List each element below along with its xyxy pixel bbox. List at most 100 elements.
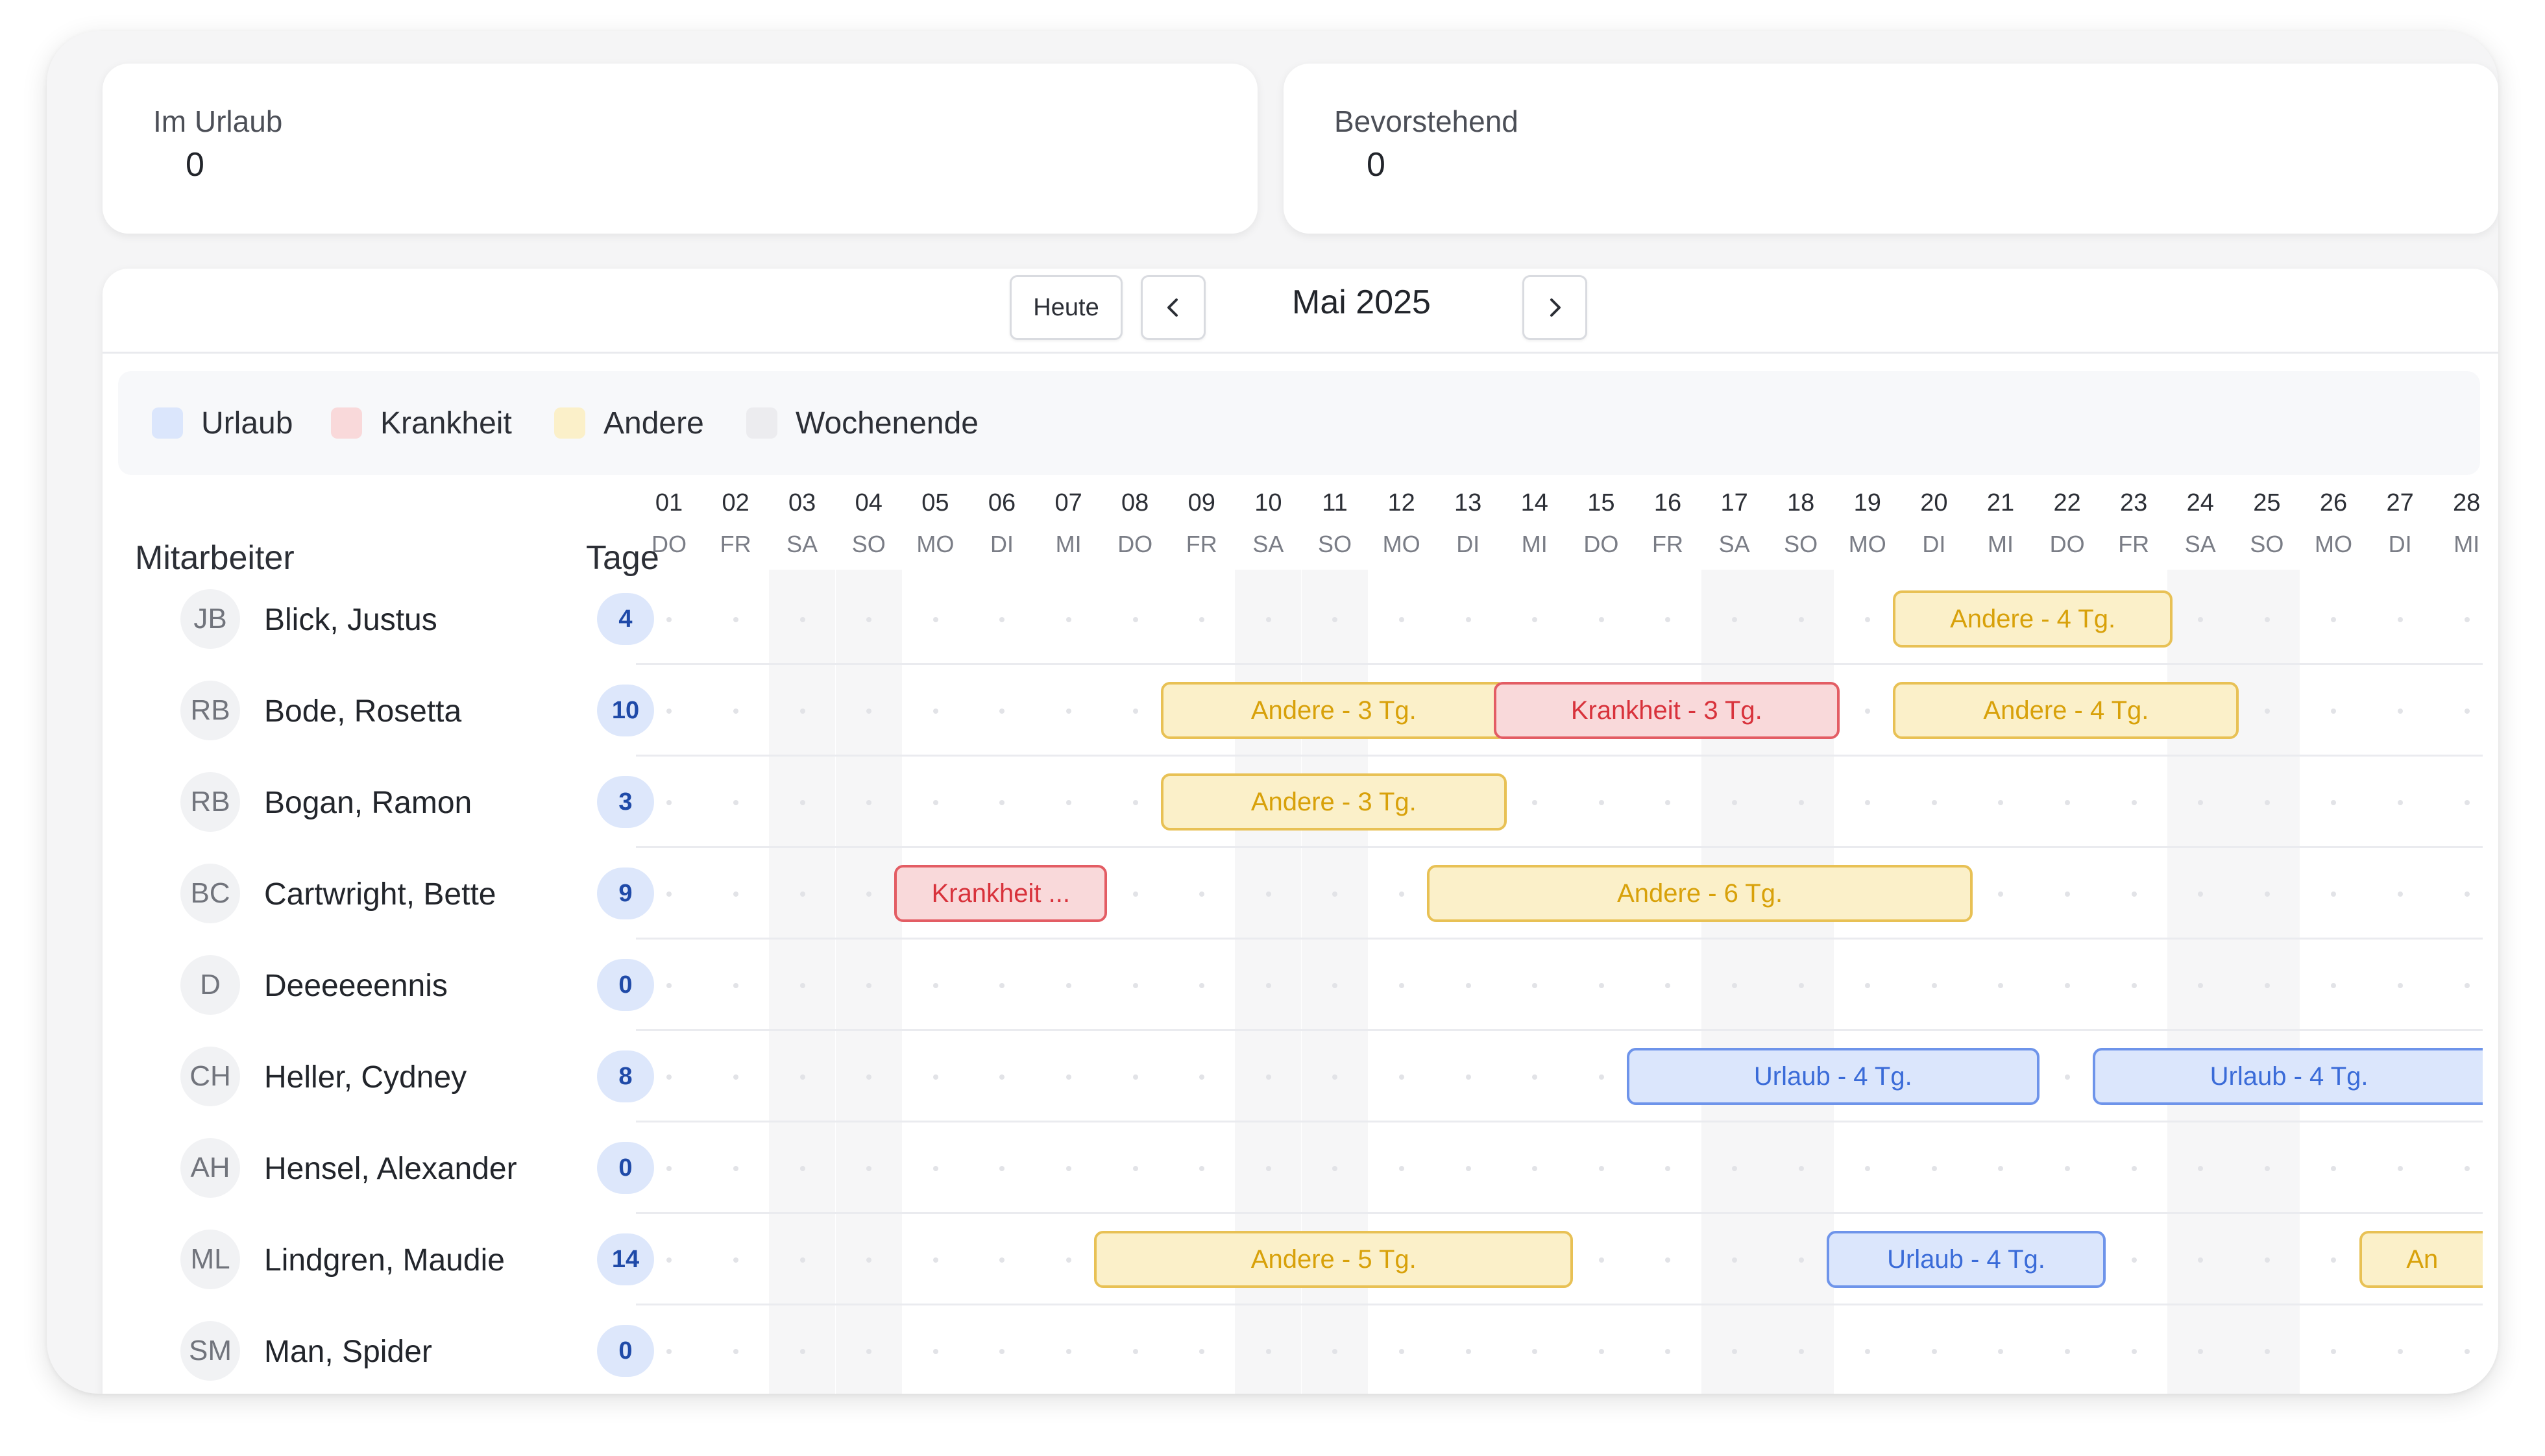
- day-cell-dot: [2131, 983, 2137, 988]
- legend-label: Krankheit: [380, 406, 512, 441]
- day-cell-dot: [1598, 983, 1604, 988]
- day-cell-dot: [2464, 800, 2470, 805]
- avatar: RB: [180, 772, 240, 832]
- today-button[interactable]: Heute: [1010, 275, 1123, 340]
- day-cell-dot: [733, 983, 738, 988]
- avatar: JB: [180, 589, 240, 649]
- day-cell-dot: [1132, 1166, 1138, 1171]
- day-cell-dot: [1998, 800, 2004, 805]
- day-cell-dot: [866, 1074, 872, 1080]
- day-cell-dot: [666, 1257, 672, 1263]
- employee-name[interactable]: Deeeeeennis: [264, 968, 448, 1004]
- day-cell-dot: [1465, 1349, 1471, 1354]
- day-cell-dot: [1398, 892, 1404, 897]
- employee-name[interactable]: Heller, Cydney: [264, 1060, 467, 1095]
- day-cell-dot: [2331, 709, 2337, 714]
- day-cell-dot: [1199, 892, 1205, 897]
- day-cell-dot: [1998, 1166, 2004, 1171]
- day-cell-dot: [799, 709, 805, 714]
- employee-name[interactable]: Bode, Rosetta: [264, 694, 461, 729]
- day-cell-dot: [1132, 892, 1138, 897]
- employee-name[interactable]: Man, Spider: [264, 1334, 432, 1370]
- day-cell-dot: [2397, 800, 2403, 805]
- employee-name[interactable]: Bogan, Ramon: [264, 785, 472, 821]
- day-cell-dot: [866, 1349, 872, 1354]
- next-month-button[interactable]: [1522, 275, 1587, 340]
- day-cell-dot: [932, 983, 938, 988]
- day-cell-dot: [999, 617, 1005, 622]
- legend-label: Urlaub: [201, 406, 293, 441]
- day-number: 15: [1587, 489, 1615, 516]
- employee-name[interactable]: Hensel, Alexander: [264, 1151, 517, 1187]
- day-cell-dot: [1931, 1349, 1937, 1354]
- day-cell-dot: [1598, 1166, 1604, 1171]
- employee-row: D Deeeeeennis 0: [103, 940, 2498, 1031]
- absence-bar-urlaub[interactable]: Urlaub - 4 Tg.: [1627, 1048, 2040, 1105]
- day-cell-dot: [666, 983, 672, 988]
- day-cell-dot: [932, 800, 938, 805]
- day-cell-dot: [1199, 1074, 1205, 1080]
- day-cell-dot: [1065, 1257, 1071, 1263]
- day-weekday: FR: [2118, 531, 2150, 557]
- day-number: 04: [855, 489, 883, 516]
- day-cell-dot: [1065, 617, 1071, 622]
- employee-name[interactable]: Cartwright, Bette: [264, 877, 496, 912]
- day-cell-dot: [1465, 1074, 1471, 1080]
- absence-bar-andere[interactable]: Andere - 3 Tg.: [1160, 682, 1507, 739]
- absence-bar-andere[interactable]: Andere - 5 Tg.: [1094, 1231, 1574, 1288]
- employee-name[interactable]: Lindgren, Maudie: [264, 1243, 505, 1278]
- day-cell-dot: [2397, 983, 2403, 988]
- legend-item-wochenende: Wochenende: [746, 404, 979, 443]
- day-cell-dot: [2397, 892, 2403, 897]
- absence-bar-krankheit[interactable]: Krankheit ...: [894, 865, 1108, 922]
- stat-label: Im Urlaub: [153, 104, 283, 138]
- absence-bar-krankheit[interactable]: Krankheit - 3 Tg.: [1493, 682, 1840, 739]
- day-cell-dot: [1665, 800, 1671, 805]
- day-cell-dot: [1332, 1074, 1338, 1080]
- day-cell-dot: [999, 800, 1005, 805]
- avatar: AH: [180, 1138, 240, 1198]
- day-cell-dot: [1798, 1257, 1804, 1263]
- day-cell-dot: [2264, 800, 2270, 805]
- day-number: 20: [1920, 489, 1948, 516]
- stat-label: Bevorstehend: [1334, 104, 1518, 138]
- day-cell-dot: [1398, 1349, 1404, 1354]
- absence-bar-andere[interactable]: Andere - 4 Tg.: [1893, 682, 2239, 739]
- day-cell-dot: [2198, 617, 2204, 622]
- day-cell-dot: [1598, 617, 1604, 622]
- absence-bar-andere[interactable]: Andere - 4 Tg.: [1893, 590, 2173, 648]
- day-number: 28: [2453, 489, 2481, 516]
- day-cell-dot: [1598, 1074, 1604, 1080]
- avatar: D: [180, 955, 240, 1015]
- day-cell-dot: [2064, 983, 2070, 988]
- day-cell-dot: [1665, 983, 1671, 988]
- employee-row: BC Cartwright, Bette 9 Krankheit ... Andere …: [103, 848, 2498, 940]
- day-cell-dot: [666, 800, 672, 805]
- day-cell-dot: [2331, 983, 2337, 988]
- day-cell-dot: [1865, 1349, 1871, 1354]
- day-cell-dot: [1265, 892, 1271, 897]
- day-cell-dot: [1998, 983, 2004, 988]
- day-cell-dot: [1931, 800, 1937, 805]
- day-cell-dot: [1132, 983, 1138, 988]
- absence-bar-urlaub[interactable]: Urlaub - 4 Tg.: [2093, 1048, 2483, 1105]
- absence-bar-andere[interactable]: An: [2359, 1231, 2483, 1288]
- absence-bar-andere[interactable]: Andere - 3 Tg.: [1160, 773, 1507, 831]
- absence-days-badge: 3: [597, 776, 654, 828]
- absence-bar-urlaub[interactable]: Urlaub - 4 Tg.: [1826, 1231, 2106, 1288]
- legend-item-krankheit: Krankheit: [331, 404, 512, 443]
- day-cell-dot: [2331, 1349, 2337, 1354]
- absence-bar-andere[interactable]: Andere - 6 Tg.: [1427, 865, 1973, 922]
- day-cell-dot: [2397, 1349, 2403, 1354]
- day-number: 21: [1986, 489, 2015, 516]
- day-weekday: FR: [1652, 531, 1683, 557]
- previous-month-button[interactable]: [1141, 275, 1206, 340]
- day-cell-dot: [1865, 709, 1871, 714]
- day-number: 05: [921, 489, 949, 516]
- employee-name[interactable]: Blick, Justus: [264, 602, 437, 638]
- day-number: 14: [1520, 489, 1548, 516]
- day-cell-dot: [1731, 1257, 1737, 1263]
- day-cell-dot: [1532, 1166, 1538, 1171]
- employee-row: AH Hensel, Alexander 0: [103, 1122, 2498, 1214]
- day-weekday: DI: [2388, 531, 2412, 557]
